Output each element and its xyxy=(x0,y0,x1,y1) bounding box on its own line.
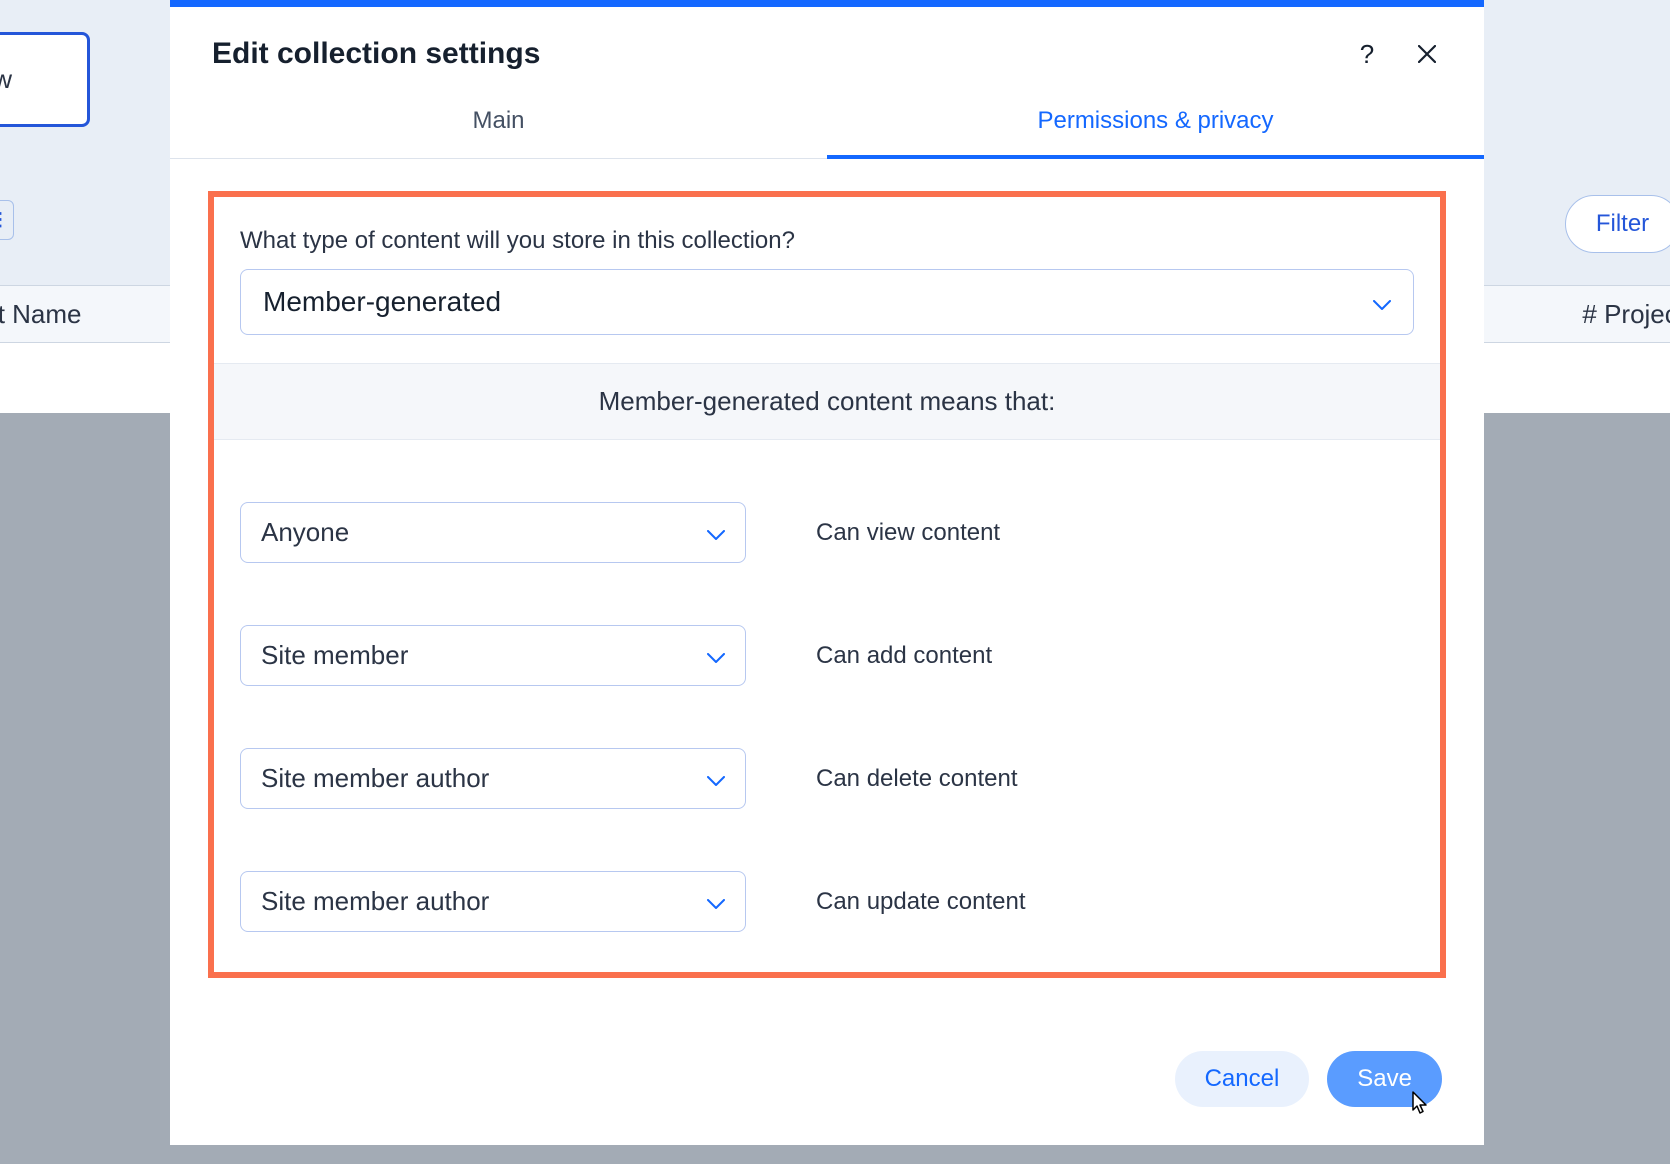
background-pill: iew xyxy=(0,32,90,127)
content-type-question: What type of content will you store in t… xyxy=(214,197,1440,269)
chevron-down-icon xyxy=(1373,286,1391,318)
add-action-label: Can add content xyxy=(816,642,992,670)
update-role-select[interactable]: Site member author xyxy=(240,871,746,932)
add-role-value: Site member xyxy=(261,640,408,671)
tab-main[interactable]: Main xyxy=(170,107,827,159)
permissions-panel: What type of content will you store in t… xyxy=(208,191,1446,978)
table-icon: ☷ xyxy=(0,200,14,240)
permission-row-add: Site member Can add content xyxy=(240,625,1414,686)
modal-header-actions: ? xyxy=(1352,39,1442,69)
column-header-name: oject Name xyxy=(0,299,82,330)
save-label: Save xyxy=(1357,1065,1412,1092)
tab-permissions[interactable]: Permissions & privacy xyxy=(827,107,1484,159)
edit-collection-modal: Edit collection settings ? Main Permissi… xyxy=(170,0,1484,1145)
view-action-label: Can view content xyxy=(816,519,1000,547)
delete-action-label: Can delete content xyxy=(816,765,1017,793)
save-button[interactable]: Save xyxy=(1327,1051,1442,1107)
delete-role-value: Site member author xyxy=(261,763,489,794)
modal-footer: Cancel Save xyxy=(170,1027,1484,1145)
content-type-select[interactable]: Member-generated xyxy=(240,269,1414,335)
modal-header: Edit collection settings ? xyxy=(170,7,1484,71)
filter-label: Filter xyxy=(1596,210,1649,238)
view-role-value: Anyone xyxy=(261,517,349,548)
modal-title: Edit collection settings xyxy=(212,37,540,71)
chevron-down-icon xyxy=(707,517,725,548)
tab-permissions-label: Permissions & privacy xyxy=(1037,107,1273,134)
chevron-down-icon xyxy=(707,640,725,671)
content-type-value: Member-generated xyxy=(263,286,501,318)
delete-role-select[interactable]: Site member author xyxy=(240,748,746,809)
info-band: Member-generated content means that: xyxy=(214,363,1440,440)
background-pill-label: iew xyxy=(0,64,12,95)
permission-row-delete: Site member author Can delete content xyxy=(240,748,1414,809)
modal-tabs: Main Permissions & privacy xyxy=(170,107,1484,159)
permission-row-update: Site member author Can update content xyxy=(240,871,1414,932)
cancel-button[interactable]: Cancel xyxy=(1175,1051,1310,1107)
permission-row-view: Anyone Can view content xyxy=(240,502,1414,563)
update-action-label: Can update content xyxy=(816,888,1026,916)
chevron-down-icon xyxy=(707,763,725,794)
column-header-project: # Project xyxy=(1582,299,1670,330)
cancel-label: Cancel xyxy=(1205,1065,1280,1092)
background-view: view ☷ xyxy=(0,200,14,240)
tab-main-label: Main xyxy=(472,107,524,134)
filter-button[interactable]: Filter xyxy=(1565,195,1670,253)
update-role-value: Site member author xyxy=(261,886,489,917)
close-icon[interactable] xyxy=(1412,39,1442,69)
help-icon[interactable]: ? xyxy=(1352,39,1382,69)
add-role-select[interactable]: Site member xyxy=(240,625,746,686)
chevron-down-icon xyxy=(707,886,725,917)
view-role-select[interactable]: Anyone xyxy=(240,502,746,563)
